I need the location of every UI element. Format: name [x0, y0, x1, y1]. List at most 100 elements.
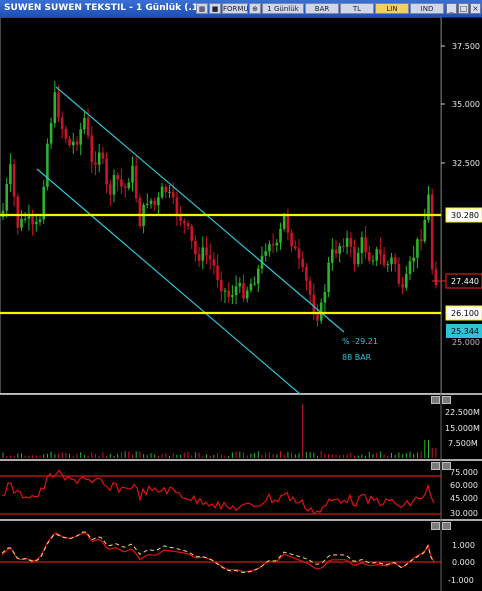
candle-body — [268, 244, 271, 252]
rsi-panel-close-icon[interactable] — [442, 462, 451, 470]
candle-body — [397, 263, 401, 284]
chart-type-icon[interactable]: ▦ — [196, 3, 208, 14]
candle-body — [23, 218, 27, 220]
close-icon[interactable]: × — [470, 3, 481, 14]
candle-body — [72, 141, 75, 146]
candle-body — [49, 123, 53, 144]
price-tick: 37.500 — [452, 42, 480, 51]
candle-body — [131, 165, 134, 183]
candle-body — [190, 226, 193, 241]
candle-body — [27, 216, 31, 219]
candle-body — [194, 240, 197, 255]
candle-body — [342, 246, 345, 248]
lin-button[interactable]: LIN — [375, 3, 409, 14]
candle-body — [323, 292, 327, 303]
volume-panel-close-icon[interactable] — [442, 396, 451, 404]
candle-body — [356, 253, 360, 265]
candle-body — [334, 249, 338, 254]
candle-body — [31, 216, 34, 225]
candle-body — [186, 223, 190, 227]
candle-body — [349, 238, 353, 247]
bar-button[interactable]: BAR — [305, 3, 339, 14]
candle-body — [146, 203, 149, 205]
volume-tick: 22.500M — [445, 408, 480, 417]
candle-body — [249, 283, 253, 291]
candle-body — [360, 237, 364, 254]
candle-body — [60, 117, 64, 129]
rsi-panel-settings-icon[interactable] — [431, 462, 440, 470]
zoom-icon[interactable]: ⊕ — [249, 3, 261, 14]
candle-body — [375, 249, 378, 261]
formus-button[interactable]: FORMUS — [222, 3, 253, 14]
candle-body — [223, 290, 227, 292]
candle-body — [423, 219, 427, 242]
maximize-icon[interactable]: □ — [458, 3, 469, 14]
candle-body — [120, 179, 123, 187]
candle-body — [201, 247, 205, 261]
candle-body — [231, 295, 234, 297]
candle-body — [327, 262, 330, 293]
candle-body — [286, 215, 290, 233]
channel-upper-line[interactable] — [55, 86, 345, 333]
candle-body — [183, 221, 186, 224]
minimize-icon[interactable]: _ — [446, 3, 457, 14]
rsi-tick: 60.000 — [450, 481, 478, 490]
candle-body — [53, 92, 57, 124]
candle-body — [216, 265, 219, 281]
candle-body — [290, 232, 293, 247]
macd-tick: -1.000 — [448, 576, 474, 585]
rsi-line — [1, 469, 435, 516]
candle-body — [401, 283, 404, 288]
title-bar: SUWEN SUWEN TEKSTIL - 1 Günlük (.1d) ▦ ■… — [0, 0, 482, 18]
candle-body — [46, 143, 49, 187]
chart-area[interactable]: % -29.21 88 BAR 37.500 35.000 32.500 30.… — [0, 17, 482, 591]
candle-body — [138, 198, 142, 226]
candle-body — [405, 273, 408, 288]
candle-body — [94, 162, 97, 165]
candle-body — [79, 129, 82, 145]
candle-body — [419, 239, 423, 242]
candle-body — [234, 286, 238, 296]
candle-body — [64, 128, 68, 139]
candle-body — [245, 290, 249, 299]
candle-body — [153, 200, 156, 206]
candle-body — [101, 152, 105, 159]
candle-body — [338, 246, 341, 254]
macd-tick: 0.000 — [452, 558, 475, 567]
candle-body — [386, 264, 390, 266]
candle-body — [390, 257, 393, 265]
tl-button[interactable]: TL — [340, 3, 374, 14]
ind-button[interactable]: IND — [410, 3, 444, 14]
candle-body — [212, 259, 216, 266]
channel-lower-line[interactable] — [36, 168, 301, 395]
candle-body — [294, 246, 297, 249]
candle-body — [68, 138, 71, 146]
level-upper-label: 30.280 — [451, 211, 479, 220]
candle-body — [157, 197, 160, 206]
candle-body — [312, 294, 316, 315]
candle-body — [364, 237, 367, 253]
macd-panel-settings-icon[interactable] — [431, 522, 440, 530]
volume-tick: 15.000M — [445, 424, 480, 433]
macd-panel-close-icon[interactable] — [442, 522, 451, 530]
candle-body — [242, 283, 245, 299]
color-icon[interactable]: ■ — [209, 3, 221, 14]
volume-bars — [2, 404, 437, 458]
volume-panel-settings-icon[interactable] — [431, 396, 440, 404]
candle-body — [86, 118, 90, 136]
rsi-tick: 30.000 — [450, 509, 478, 518]
price-tick: 35.000 — [452, 100, 480, 109]
candle-body — [271, 244, 275, 246]
candle-body — [238, 283, 242, 287]
candle-body — [149, 200, 153, 204]
candle-body — [253, 283, 256, 285]
candle-body — [427, 194, 430, 220]
macd-tick: 1.000 — [452, 541, 475, 550]
candle-body — [35, 221, 38, 225]
candle-body — [434, 269, 438, 285]
candle-body — [171, 191, 175, 198]
period-button[interactable]: 1 Günlük — [262, 3, 304, 14]
candle-body — [168, 191, 171, 193]
candle-body — [208, 255, 212, 260]
candle-body — [134, 165, 138, 199]
